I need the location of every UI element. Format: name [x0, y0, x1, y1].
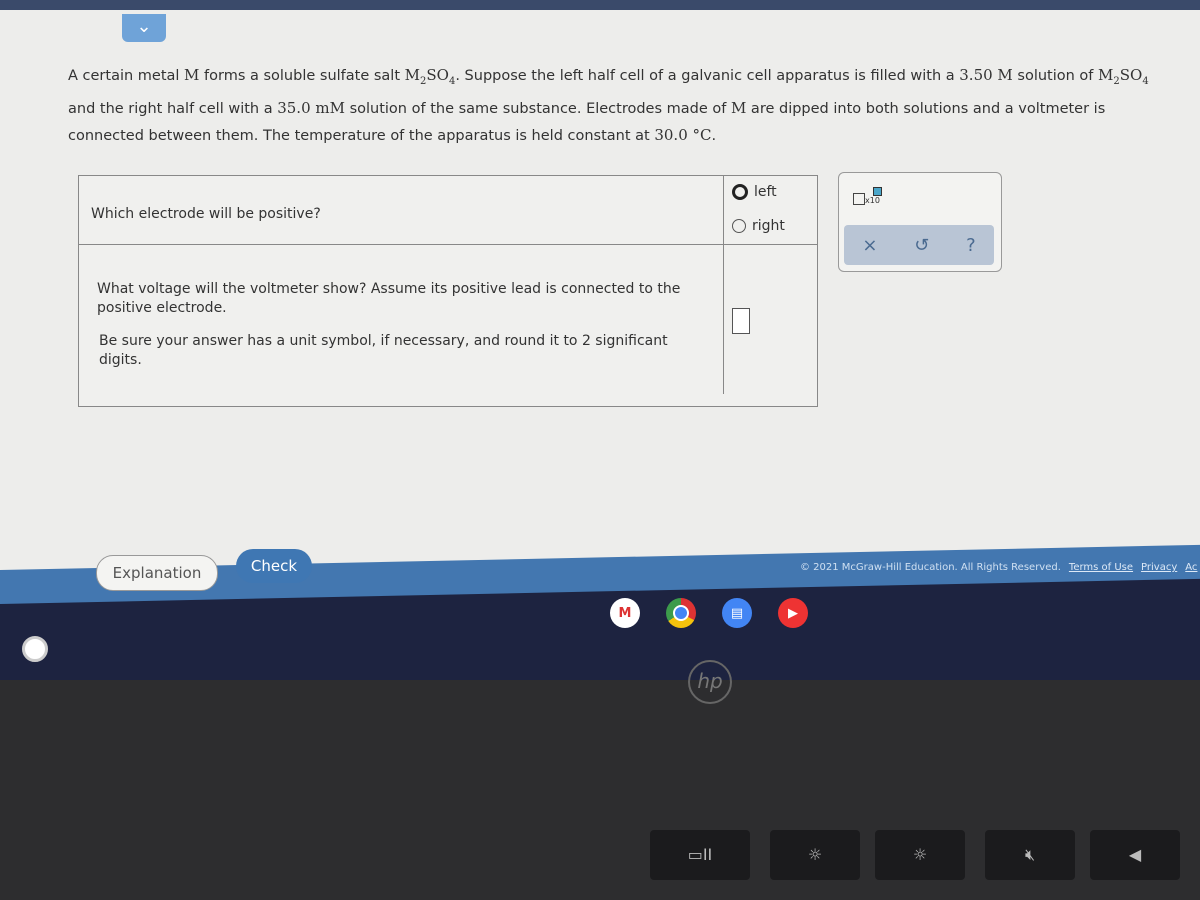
terms-link[interactable]: Terms of Use	[1069, 562, 1133, 573]
left-concentration: 3.50 M	[959, 66, 1013, 84]
metal-symbol: M	[184, 66, 200, 84]
t: 4	[1142, 76, 1149, 87]
t: SO	[1119, 66, 1143, 84]
salt-formula: M2SO4	[404, 66, 456, 87]
problem-statement: A certain metal M forms a soluble sulfat…	[68, 62, 1178, 149]
text: solution of	[1012, 68, 1099, 84]
taskbar-apps: M ▤ ▶	[610, 598, 808, 628]
text: solution of the same substance. Electrod…	[344, 101, 731, 117]
t: M	[404, 66, 420, 84]
question-text: Which electrode will be positive?	[91, 206, 321, 222]
accessibility-link[interactable]: Ac	[1185, 562, 1197, 573]
hint-text: Be sure your answer has a unit symbol, i…	[99, 333, 668, 368]
copyright-text: © 2021 McGraw-Hill Education. All Rights…	[800, 562, 1061, 573]
question-table: Which electrode will be positive? left r…	[78, 175, 818, 407]
question-row-voltage: What voltage will the voltmeter show? As…	[89, 244, 817, 406]
t: M	[1098, 66, 1114, 84]
check-button[interactable]: Check	[236, 549, 312, 583]
explanation-button[interactable]: Explanation	[96, 555, 218, 591]
temperature: 30.0 °C	[654, 126, 712, 144]
brightness-up-key[interactable]: ☼	[875, 830, 965, 880]
youtube-icon[interactable]: ▶	[778, 598, 808, 628]
radio-left[interactable]: left	[732, 184, 777, 200]
metal-symbol: M	[730, 99, 747, 117]
option-label: left	[754, 184, 777, 200]
text: forms a soluble sulfate salt	[199, 68, 405, 84]
chrome-icon[interactable]	[666, 598, 696, 628]
radio-selected-icon[interactable]	[732, 184, 748, 200]
launcher-icon[interactable]	[22, 636, 48, 662]
question-row-positive-electrode: Which electrode will be positive? left r…	[79, 176, 817, 245]
salt-formula: M2SO4	[1098, 66, 1149, 87]
voltage-answer-input[interactable]	[732, 308, 750, 334]
chevron-down-icon: ⌄	[136, 16, 152, 37]
exponent-box-icon	[873, 187, 882, 196]
x10-label: x10	[865, 196, 880, 205]
footer-links: © 2021 McGraw-Hill Education. All Rights…	[800, 562, 1197, 573]
clear-button[interactable]: ×	[862, 235, 877, 256]
brightness-down-key[interactable]: ☼	[770, 830, 860, 880]
overview-key[interactable]: ▭II	[650, 830, 750, 880]
gmail-icon[interactable]: M	[610, 598, 640, 628]
docs-icon[interactable]: ▤	[722, 598, 752, 628]
right-concentration: 35.0 mM	[277, 99, 345, 117]
t: SO	[426, 66, 449, 84]
option-label: right	[752, 218, 785, 234]
undo-button[interactable]: ↺	[914, 235, 929, 256]
answer-toolbox: x10 × ↺ ?	[838, 172, 1002, 272]
text: . Suppose the left half cell of a galvan…	[455, 68, 960, 84]
privacy-link[interactable]: Privacy	[1141, 562, 1177, 573]
volume-key[interactable]: ◀	[1090, 830, 1180, 880]
collapse-chevron-button[interactable]: ⌄	[122, 14, 166, 42]
help-button[interactable]: ?	[966, 235, 976, 256]
radio-unselected-icon[interactable]	[732, 219, 746, 233]
question-text: What voltage will the voltmeter show? As…	[97, 281, 681, 316]
toolbox-actions: × ↺ ?	[844, 225, 994, 265]
text: A certain metal	[68, 68, 185, 84]
box-icon	[853, 193, 865, 205]
text: and the right half cell with a	[68, 101, 278, 117]
text: .	[711, 128, 717, 144]
screen: ⌄ A certain metal M forms a soluble sulf…	[0, 0, 1200, 680]
radio-right[interactable]: right	[732, 218, 785, 234]
mute-key[interactable]: 🔇︎	[985, 830, 1075, 880]
hp-logo: hp	[688, 660, 732, 704]
